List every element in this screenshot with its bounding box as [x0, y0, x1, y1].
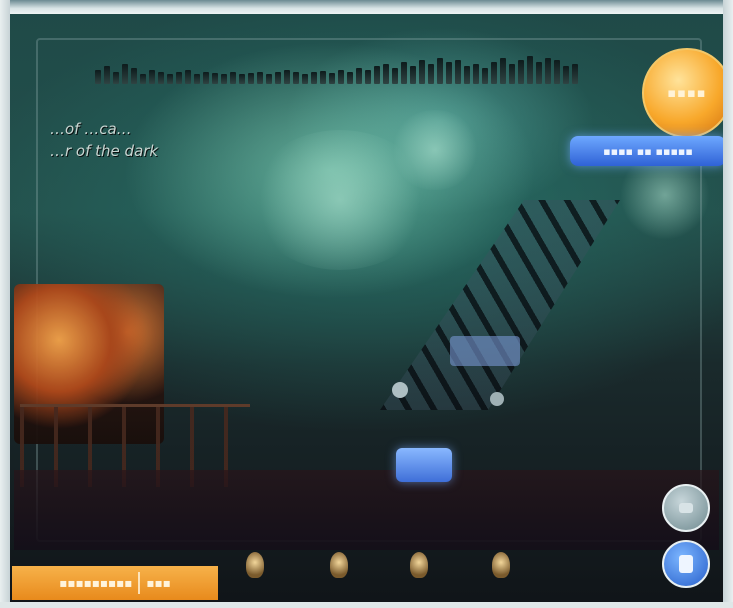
bottom-action-right[interactable]: ▪▪▪	[146, 576, 170, 590]
pause-button[interactable]	[662, 540, 710, 588]
window-frame-left	[0, 0, 10, 608]
progress-segment	[329, 73, 335, 84]
progress-segment	[122, 64, 128, 84]
window-frame-bottom	[0, 602, 733, 608]
progress-segment	[545, 58, 551, 84]
progress-segment	[95, 70, 101, 84]
score-badge[interactable]: ▪▪▪▪	[642, 48, 732, 138]
progress-segment	[176, 72, 182, 84]
progress-segment	[266, 74, 272, 84]
scene-title: …of …ca… …r of the dark	[50, 118, 250, 162]
progress-segment	[473, 64, 479, 84]
progress-segment	[419, 60, 425, 84]
pause-icon	[679, 555, 693, 573]
level-progress-bar	[95, 56, 615, 84]
progress-segment	[311, 72, 317, 84]
progress-segment	[464, 66, 470, 84]
progress-segment	[536, 62, 542, 84]
progress-segment	[104, 66, 110, 84]
progress-segment	[113, 72, 119, 84]
scene-title-line-2: …r of the dark	[50, 142, 159, 160]
progress-segment	[392, 68, 398, 84]
progress-segment	[275, 72, 281, 84]
lamp-icon	[410, 552, 428, 578]
progress-segment	[284, 70, 290, 84]
progress-segment	[320, 71, 326, 84]
ramp-light	[490, 392, 504, 406]
lamp-icon	[492, 552, 510, 578]
progress-segment	[203, 72, 209, 84]
ground	[14, 470, 719, 550]
progress-segment	[212, 73, 218, 84]
progress-segment	[572, 64, 578, 84]
progress-segment	[509, 64, 515, 84]
window-frame-top	[0, 0, 733, 14]
progress-segment	[518, 60, 524, 84]
progress-segment	[374, 66, 380, 84]
progress-segment	[527, 56, 533, 84]
progress-segment	[131, 68, 137, 84]
progress-segment	[401, 62, 407, 84]
lamp-icon	[330, 552, 348, 578]
bottom-action-bar[interactable]: ▪▪▪▪▪▪▪▪▪ ▪▪▪	[12, 566, 218, 600]
progress-segment	[356, 68, 362, 84]
progress-segment	[554, 60, 560, 84]
progress-segment	[194, 74, 200, 84]
menu-button[interactable]	[662, 484, 710, 532]
progress-segment	[140, 74, 146, 84]
progress-segment	[383, 64, 389, 84]
progress-segment	[347, 72, 353, 84]
progress-segment	[446, 62, 452, 84]
progress-segment	[167, 74, 173, 84]
progress-segment	[563, 66, 569, 84]
divider	[138, 572, 141, 594]
progress-segment	[437, 58, 443, 84]
progress-segment	[455, 60, 461, 84]
ramp-light	[392, 382, 408, 398]
progress-segment	[338, 70, 344, 84]
up-arrow-icon	[679, 503, 693, 513]
progress-segment	[410, 66, 416, 84]
progress-segment	[248, 73, 254, 84]
progress-segment	[302, 74, 308, 84]
progress-segment	[221, 74, 227, 84]
player-cart[interactable]	[396, 448, 452, 482]
scene-title-line-1: …of …ca…	[50, 120, 132, 138]
progress-segment	[365, 70, 371, 84]
game-screen: …of …ca… …r of the dark ▪▪▪▪ ▪▪▪▪ ▪▪ ▪▪▪…	[0, 0, 733, 608]
bottom-action-left[interactable]: ▪▪▪▪▪▪▪▪▪	[59, 576, 132, 590]
progress-segment	[230, 72, 236, 84]
progress-segment	[149, 70, 155, 84]
progress-segment	[185, 70, 191, 84]
progress-segment	[239, 74, 245, 84]
lamp-icon	[246, 552, 264, 578]
progress-segment	[491, 62, 497, 84]
progress-segment	[257, 72, 263, 84]
progress-segment	[293, 72, 299, 84]
progress-segment	[428, 64, 434, 84]
ramp-platform	[450, 336, 520, 366]
hint-button[interactable]: ▪▪▪▪ ▪▪ ▪▪▪▪▪	[570, 136, 726, 166]
progress-segment	[482, 68, 488, 84]
progress-segment	[158, 72, 164, 84]
window-frame-right	[723, 0, 733, 608]
progress-segment	[500, 58, 506, 84]
